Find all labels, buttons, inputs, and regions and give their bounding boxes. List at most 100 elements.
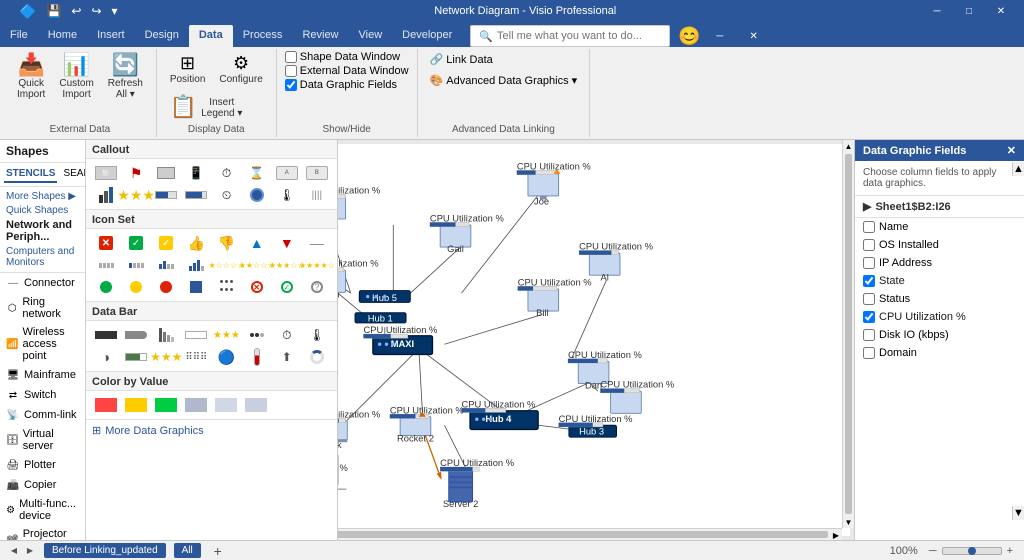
undo-btn[interactable]: ↩ xyxy=(68,3,84,19)
dg-icon-x-circle[interactable]: ✕ xyxy=(243,277,271,297)
tell-me-input[interactable] xyxy=(497,30,661,42)
field-name-checkbox[interactable] xyxy=(863,221,875,233)
dg-callout-flag[interactable]: ⚑ xyxy=(122,163,150,183)
dg-callout-timer[interactable]: ⏱ xyxy=(213,163,241,183)
sheet-expand-icon[interactable]: ▶ xyxy=(863,200,871,213)
dg-bar-stars2[interactable]: ★★★ xyxy=(152,347,180,367)
dg-callout-hourglass[interactable]: ⌛ xyxy=(243,163,271,183)
shape-data-checkbox-input[interactable] xyxy=(285,51,297,63)
dg-bar-progress2[interactable] xyxy=(122,347,150,367)
dg-icon-grid-dots[interactable] xyxy=(213,277,241,297)
dg-callout-7[interactable]: 🌡 xyxy=(273,185,301,205)
dg-icon-stars1[interactable]: ★☆☆☆☆ xyxy=(213,255,241,275)
dg-icon-red-x[interactable]: ✕ xyxy=(92,233,120,253)
scroll-right-btn[interactable]: ▶ xyxy=(830,529,842,540)
shapes-item-wireless[interactable]: 📶 Wireless access point xyxy=(0,323,85,365)
field-state[interactable]: State xyxy=(855,272,1024,290)
tab-file[interactable]: File xyxy=(0,25,38,47)
dg-icon-green-dot[interactable] xyxy=(92,277,120,297)
shapes-item-ring-network[interactable]: ⬡ Ring network xyxy=(0,293,85,323)
dg-color-6[interactable] xyxy=(242,395,270,415)
data-graphic-fields-checkbox-input[interactable] xyxy=(285,79,297,91)
dg-callout-a[interactable]: A xyxy=(273,163,301,183)
right-panel-scroll-down[interactable]: ▼ xyxy=(1012,506,1024,520)
dg-icon-red-dot[interactable] xyxy=(152,277,180,297)
dg-icon-thumbs-down[interactable]: 👎 xyxy=(213,233,241,253)
dg-bar-needle[interactable]: ⬆ xyxy=(273,347,301,367)
zoom-slider[interactable] xyxy=(942,547,1002,555)
tab-developer[interactable]: Developer xyxy=(392,25,462,47)
dg-icon-question[interactable]: ? xyxy=(303,277,331,297)
more-shapes-link[interactable]: More Shapes ▶ xyxy=(6,190,79,203)
dg-icon-green-check[interactable]: ✓ xyxy=(122,233,150,253)
dg-bar-thermometer[interactable]: 🌡 xyxy=(303,325,331,345)
dg-icon-stars2[interactable]: ★★☆☆☆ xyxy=(243,255,271,275)
dg-callout-1[interactable]: ⬜ xyxy=(92,163,120,183)
dg-icon-bar4[interactable] xyxy=(182,255,210,275)
dg-color-1[interactable] xyxy=(92,395,120,415)
configure-btn[interactable]: ⚙ Configure xyxy=(214,51,267,88)
tab-scroll-left[interactable]: ◀ xyxy=(8,545,20,557)
vertical-scrollbar[interactable]: ▲ ▼ xyxy=(842,140,854,528)
field-status[interactable]: Status xyxy=(855,290,1024,308)
computers-monitors-link[interactable]: Computers and Monitors xyxy=(6,245,79,269)
shapes-item-plotter[interactable]: 🖨 Plotter xyxy=(0,455,85,475)
shapes-search-tab[interactable]: SEARCH xyxy=(61,166,86,183)
dg-bar-gauge2[interactable]: ◑ xyxy=(92,347,120,367)
shapes-item-mainframe[interactable]: 🖥 Mainframe xyxy=(0,365,85,385)
dg-more-link[interactable]: ⊞ More Data Graphics xyxy=(86,420,337,441)
dg-color-3[interactable] xyxy=(152,395,180,415)
quick-import-btn[interactable]: 📥 QuickImport xyxy=(12,51,50,103)
dg-icon-check-circle[interactable]: ✓ xyxy=(273,277,301,297)
external-data-checkbox-input[interactable] xyxy=(285,65,297,77)
field-disk-checkbox[interactable] xyxy=(863,329,875,341)
advanced-data-graphics-btn[interactable]: 🎨 Advanced Data Graphics ▾ xyxy=(426,72,582,89)
tab-process[interactable]: Process xyxy=(233,25,293,47)
tab-home[interactable]: Home xyxy=(38,25,87,47)
minimize-btn[interactable]: ─ xyxy=(922,0,952,22)
insert-legend-btn[interactable]: 📋 InsertLegend ▾ xyxy=(165,92,248,122)
scroll-thumb-v[interactable] xyxy=(845,154,852,514)
field-os-installed[interactable]: OS Installed xyxy=(855,236,1024,254)
dg-bar-gauge[interactable]: ⏱ xyxy=(273,325,301,345)
dg-icon-bar2[interactable] xyxy=(122,255,150,275)
dg-icon-yellow-dot[interactable] xyxy=(122,277,150,297)
shape-data-window-checkbox[interactable]: Shape Data Window xyxy=(285,51,409,63)
dg-icon-yellow-check[interactable]: ✓ xyxy=(152,233,180,253)
shapes-item-copier[interactable]: 📠 Copier xyxy=(0,475,85,495)
dg-icon-thumbs-up[interactable]: 👍 xyxy=(182,233,210,253)
tab-view[interactable]: View xyxy=(349,25,393,47)
qat-dropdown[interactable]: ▾ xyxy=(109,3,121,19)
custom-import-btn[interactable]: 📊 CustomImport xyxy=(54,51,98,103)
dg-icon-arrow-down[interactable]: ▼ xyxy=(273,233,301,253)
shapes-item-switch[interactable]: ⇄ Switch xyxy=(0,385,85,405)
close-btn[interactable]: ✕ xyxy=(986,0,1016,22)
zoom-thumb[interactable] xyxy=(968,547,976,555)
dg-callout-2[interactable] xyxy=(92,185,120,205)
save-btn[interactable]: 💾 xyxy=(43,3,64,19)
field-domain[interactable]: Domain xyxy=(855,344,1024,362)
dg-callout-5[interactable]: ⏲ xyxy=(213,185,241,205)
dg-icon-arrow-up[interactable]: ▲ xyxy=(243,233,271,253)
scroll-down-btn[interactable]: ▼ xyxy=(843,516,854,528)
dg-icon-stars3[interactable]: ★★★☆☆ xyxy=(273,255,301,275)
refresh-all-btn[interactable]: 🔄 RefreshAll ▾ xyxy=(103,51,148,103)
network-peripherals-link[interactable]: Network and Periph... xyxy=(6,218,79,244)
field-cpu-checkbox[interactable] xyxy=(863,311,875,323)
link-data-btn[interactable]: 🔗 Link Data xyxy=(426,51,497,68)
shapes-item-virtual-server[interactable]: 🗄 Virtual server xyxy=(0,425,85,455)
shapes-stencils-tab[interactable]: STENCILS xyxy=(4,166,57,183)
dg-bar-circle[interactable] xyxy=(303,347,331,367)
tell-me-box[interactable]: 🔍 xyxy=(470,25,670,47)
zoom-out-btn[interactable]: ─ xyxy=(926,544,940,558)
field-name[interactable]: Name xyxy=(855,218,1024,236)
ribbon-minimize-btn[interactable]: ─ xyxy=(705,25,735,47)
dg-bar-3[interactable] xyxy=(152,325,180,345)
right-panel-close-btn[interactable]: ✕ xyxy=(1007,144,1016,157)
field-ip-address[interactable]: IP Address xyxy=(855,254,1024,272)
dg-icon-blue-sq[interactable] xyxy=(182,277,210,297)
page-tab[interactable]: Before Linking_updated xyxy=(44,543,166,558)
field-domain-checkbox[interactable] xyxy=(863,347,875,359)
dg-bar-dial[interactable]: 🔵 xyxy=(213,347,241,367)
dg-bar-1[interactable] xyxy=(92,325,120,345)
